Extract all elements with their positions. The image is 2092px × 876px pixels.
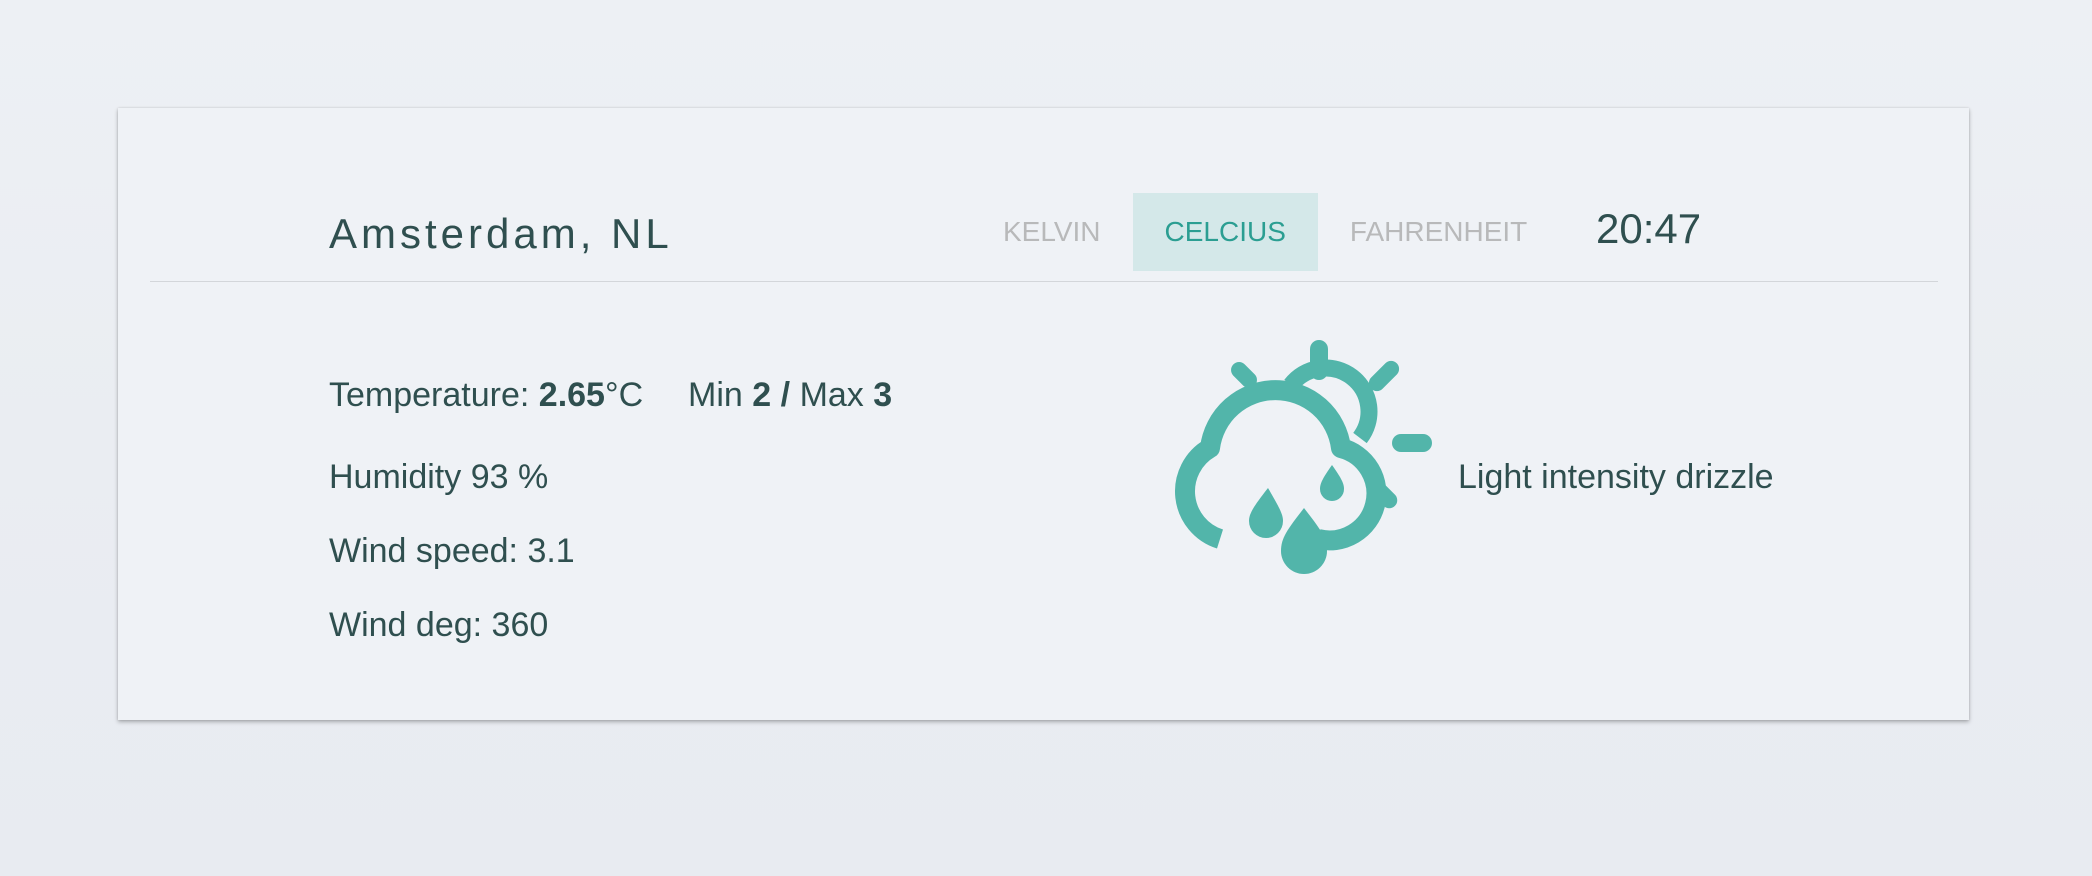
weather-card: Amsterdam, NL KELVIN CELCIUS FAHRENHEIT … [118,108,1969,720]
tab-celcius[interactable]: CELCIUS [1132,193,1318,271]
minmax-separator: / [780,376,791,414]
weather-description: Light intensity drizzle [1458,458,1774,496]
tab-kelvin[interactable]: KELVIN [971,193,1133,271]
city-name: Amsterdam, NL [329,210,673,257]
tab-fahrenheit[interactable]: FAHRENHEIT [1318,193,1559,271]
wind-speed-row: Wind speed: 3.1 [329,532,575,570]
temperature-row: Temperature: 2.65°C Min 2 / Max 3 [329,378,892,412]
temperature-value: 2.65 [538,376,605,414]
temperature-label: Temperature: [329,376,530,414]
unit-tabs: KELVIN CELCIUS FAHRENHEIT [971,193,1559,271]
wind-deg-row: Wind deg: 360 [329,606,549,644]
min-label: Min [688,376,743,414]
max-label: Max [799,376,864,414]
min-value: 2 [752,376,772,414]
max-value: 3 [873,376,893,414]
current-time: 20:47 [1596,205,1702,252]
humidity-row: Humidity 93 % [329,458,549,496]
temperature-unit: °C [604,376,644,414]
card-header: Amsterdam, NL KELVIN CELCIUS FAHRENHEIT … [150,108,1938,282]
